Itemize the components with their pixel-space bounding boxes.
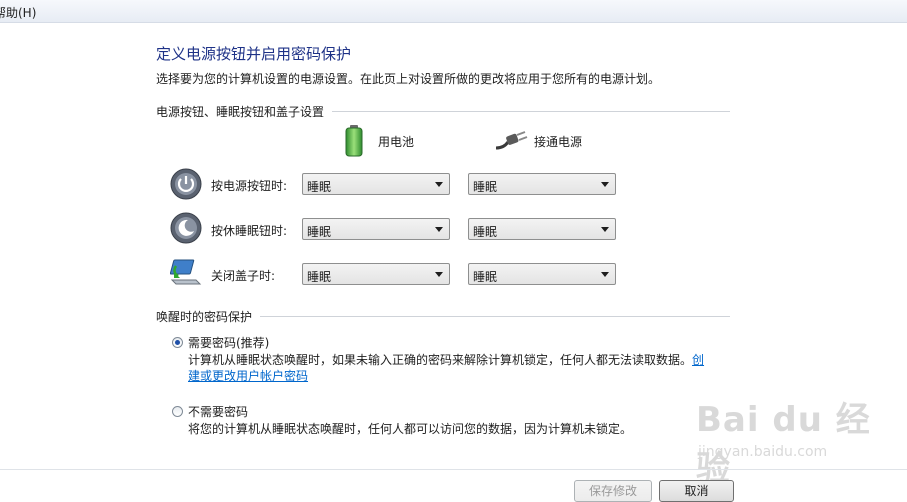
change-password-link[interactable]: 建或更改用户帐户密码 (188, 369, 308, 383)
close-lid-plugged-select[interactable]: 睡眠 (468, 263, 616, 285)
menu-help[interactable]: 帮助(H) (0, 4, 36, 21)
require-password-radio[interactable] (172, 337, 183, 348)
section-divider (332, 111, 730, 112)
chevron-down-icon (601, 272, 609, 277)
select-value: 睡眠 (307, 180, 332, 194)
column-label-battery: 用电池 (378, 134, 415, 149)
column-label-plugged: 接通电源 (534, 134, 583, 149)
chevron-down-icon (601, 182, 609, 187)
require-password-label[interactable]: 需要密码(推荐) (188, 334, 269, 351)
power-button-plugged-select[interactable]: 睡眠 (468, 173, 616, 195)
chevron-down-icon (601, 227, 609, 232)
row-label-power-button: 按电源按钮时: (211, 179, 288, 193)
power-button-icon (170, 168, 202, 200)
close-lid-battery-select[interactable]: 睡眠 (302, 263, 450, 285)
no-password-radio[interactable] (172, 406, 183, 417)
chevron-down-icon (435, 227, 443, 232)
page-description: 选择要为您的计算机设置的电源设置。在此页上对设置所做的更改将应用于您所有的电源计… (156, 72, 661, 86)
power-plug-icon (495, 131, 528, 150)
row-label-sleep-button: 按休睡眠钮时: (211, 224, 288, 238)
require-password-description: 计算机从睡眠状态唤醒时，如果未输入正确的密码来解除计算机锁定，任何人都无法读取数… (188, 352, 718, 384)
laptop-lid-icon (170, 259, 202, 285)
password-section-heading-text: 唤醒时的密码保护 (156, 310, 253, 324)
sleep-button-icon (170, 212, 202, 244)
watermark-logo: Bai du 经验 (696, 400, 871, 489)
footer-divider (0, 469, 907, 470)
no-password-description: 将您的计算机从睡眠状态唤醒时，任何人都可以访问您的数据，因为计算机未锁定。 (188, 422, 633, 436)
battery-icon (345, 125, 363, 157)
cancel-button[interactable]: 取消 (659, 480, 734, 502)
power-section-heading-text: 电源按钮、睡眠按钮和盖子设置 (156, 105, 325, 119)
chevron-down-icon (435, 182, 443, 187)
row-label-close-lid: 关闭盖子时: (211, 269, 276, 283)
column-header-plugged: 接通电源 (494, 130, 582, 152)
select-value: 睡眠 (473, 180, 498, 194)
section-divider (260, 316, 730, 317)
change-password-link-start[interactable]: 创 (692, 353, 704, 367)
select-value: 睡眠 (307, 225, 332, 239)
watermark: Bai du 经验 jingyan.baidu.com (696, 392, 896, 489)
power-button-battery-select[interactable]: 睡眠 (302, 173, 450, 195)
sleep-button-battery-select[interactable]: 睡眠 (302, 218, 450, 240)
chevron-down-icon (435, 272, 443, 277)
save-changes-button[interactable]: 保存修改 (574, 480, 652, 502)
select-value: 睡眠 (473, 225, 498, 239)
watermark-site: jingyan.baidu.com (698, 444, 828, 460)
select-value: 睡眠 (473, 270, 498, 284)
no-password-label[interactable]: 不需要密码 (188, 403, 248, 420)
column-header-battery: 用电池 (344, 124, 414, 158)
page-title: 定义电源按钮并启用密码保护 (156, 45, 352, 63)
require-password-desc-text: 计算机从睡眠状态唤醒时，如果未输入正确的密码来解除计算机锁定，任何人都无法读取数… (188, 353, 693, 367)
password-section-heading: 唤醒时的密码保护 (156, 308, 730, 325)
select-value: 睡眠 (307, 270, 332, 284)
sleep-button-plugged-select[interactable]: 睡眠 (468, 218, 616, 240)
power-section-heading: 电源按钮、睡眠按钮和盖子设置 (156, 103, 730, 120)
menu-bar: 帮助(H) (0, 0, 907, 23)
